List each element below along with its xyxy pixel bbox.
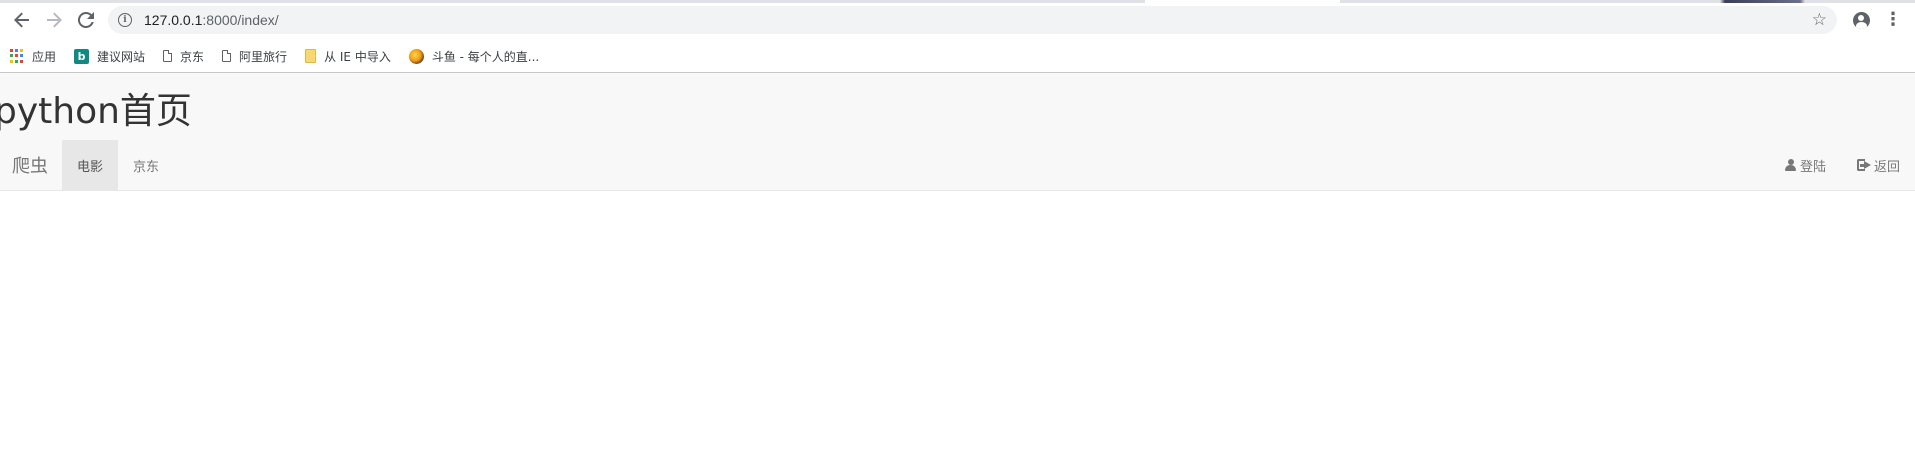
bookmark-label: 从 IE 中导入 bbox=[324, 49, 391, 64]
navbar-spacer bbox=[174, 140, 1769, 190]
bookmark-folder-ie-import[interactable]: 从 IE 中导入 bbox=[305, 48, 391, 65]
url-host: 127.0.0.1 bbox=[144, 12, 203, 28]
login-label: 登陆 bbox=[1799, 159, 1826, 175]
tab-strip-edge bbox=[0, 0, 1915, 3]
page-title: python首页 bbox=[0, 90, 192, 132]
back-arrow-icon bbox=[14, 12, 29, 28]
navbar-brand[interactable]: 爬虫 bbox=[0, 140, 62, 190]
top-navbar: 爬虫 电影 京东 登陆 返回 bbox=[0, 140, 1915, 190]
site-info-icon[interactable]: i bbox=[118, 13, 132, 27]
back-button[interactable] bbox=[6, 4, 38, 36]
bookmark-star-icon[interactable]: ☆ bbox=[1812, 10, 1827, 30]
url-path: :8000/index/ bbox=[202, 12, 279, 28]
back-link[interactable]: 返回 bbox=[1841, 140, 1915, 190]
apps-icon bbox=[10, 49, 24, 63]
profile-button[interactable] bbox=[1845, 4, 1877, 36]
folder-icon bbox=[305, 49, 317, 63]
account-circle-icon bbox=[1852, 11, 1870, 29]
douyu-icon bbox=[408, 48, 424, 64]
bookmark-ali-travel[interactable]: 阿里旅行 bbox=[222, 48, 287, 65]
bookmark-label: 斗鱼 - 每个人的直... bbox=[431, 49, 540, 64]
forward-button[interactable] bbox=[38, 4, 70, 36]
nav-item-jd[interactable]: 京东 bbox=[118, 140, 174, 190]
bookmark-label: 阿里旅行 bbox=[239, 49, 288, 64]
forward-arrow-icon bbox=[47, 12, 62, 28]
back-label: 返回 bbox=[1873, 159, 1900, 175]
browser-toolbar: i 127.0.0.1:8000/index/ ☆ ⋮ bbox=[0, 0, 1915, 40]
browser-menu-button[interactable]: ⋮ bbox=[1877, 4, 1909, 36]
bookmark-label: 京东 bbox=[180, 49, 205, 64]
browser-chrome: i 127.0.0.1:8000/index/ ☆ ⋮ 应用 b 建议网站 京东… bbox=[0, 0, 1915, 73]
bookmark-apps[interactable]: 应用 bbox=[10, 48, 56, 65]
reload-icon bbox=[78, 12, 94, 28]
bookmarks-bar: 应用 b 建议网站 京东 阿里旅行 从 IE 中导入 斗鱼 - 每个人的直... bbox=[0, 40, 1915, 73]
more-vert-icon: ⋮ bbox=[1884, 9, 1902, 30]
bookmark-suggested-sites[interactable]: b 建议网站 bbox=[74, 48, 145, 65]
bookmark-label: 建议网站 bbox=[97, 49, 146, 64]
site-header: python首页 爬虫 电影 京东 登陆 返回 bbox=[0, 73, 1915, 191]
bookmark-label: 应用 bbox=[32, 49, 57, 64]
url-text[interactable]: 127.0.0.1:8000/index/ bbox=[144, 12, 279, 28]
bookmark-jd[interactable]: 京东 bbox=[163, 48, 204, 65]
bookmark-douyu[interactable]: 斗鱼 - 每个人的直... bbox=[408, 48, 540, 65]
nav-item-movies[interactable]: 电影 bbox=[62, 140, 119, 190]
logout-icon bbox=[1856, 159, 1871, 171]
page-icon bbox=[163, 50, 173, 62]
bing-icon: b bbox=[74, 48, 90, 64]
reload-button[interactable] bbox=[70, 4, 102, 36]
address-bar[interactable]: i 127.0.0.1:8000/index/ ☆ bbox=[108, 6, 1837, 34]
page-icon bbox=[222, 50, 232, 62]
login-link[interactable]: 登陆 bbox=[1769, 140, 1841, 190]
user-icon bbox=[1785, 158, 1797, 172]
